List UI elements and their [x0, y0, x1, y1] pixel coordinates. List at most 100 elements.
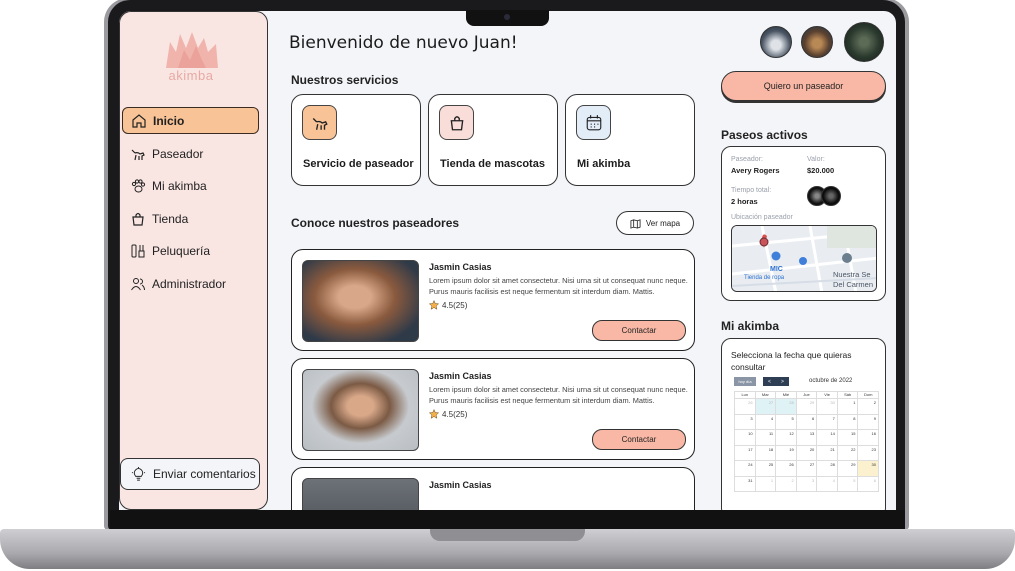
- calendar-day[interactable]: 19: [776, 445, 797, 461]
- calendar-day[interactable]: 18: [755, 445, 777, 461]
- walker-photo: [302, 260, 419, 342]
- calendar-day[interactable]: 2: [858, 399, 879, 415]
- service-icon-box: [302, 105, 337, 140]
- prev-month-button[interactable]: <: [768, 379, 771, 385]
- sidebar-item-paseador[interactable]: Paseador: [122, 140, 259, 167]
- sidebar-item-inicio[interactable]: Inicio: [122, 107, 259, 134]
- contact-button[interactable]: Contactar: [592, 429, 686, 450]
- users-icon: [131, 277, 145, 290]
- send-feedback-button[interactable]: Enviar comentarios: [120, 458, 260, 490]
- calendar-day[interactable]: 11: [755, 430, 777, 446]
- avatar-husky[interactable]: [760, 26, 792, 58]
- calendar-weekday: Mar: [755, 392, 777, 399]
- laptop-hinge: [110, 510, 905, 530]
- service-label: Servicio de paseador: [303, 158, 414, 170]
- walker-rating: 4.5 (25): [429, 409, 467, 419]
- calendar-day[interactable]: 3: [735, 414, 756, 430]
- calendar-day[interactable]: 13: [796, 430, 818, 446]
- calendar-day[interactable]: 12: [776, 430, 797, 446]
- calendar-day[interactable]: 20: [796, 445, 818, 461]
- contact-button[interactable]: Contactar: [592, 320, 686, 341]
- calendar-day[interactable]: 25: [755, 461, 777, 477]
- avatar-user[interactable]: [844, 22, 884, 62]
- map-label: Del Carmen: [833, 280, 874, 289]
- bag-icon: [450, 115, 463, 130]
- walker-photo: [302, 369, 419, 451]
- base-notch: [430, 529, 585, 541]
- calendar-day[interactable]: 10: [735, 430, 756, 446]
- calendar-weekday: Dom: [858, 392, 879, 399]
- calendar-day[interactable]: 7: [817, 414, 838, 430]
- sidebar-item-tienda[interactable]: Tienda: [122, 205, 259, 232]
- next-month-button[interactable]: >: [781, 379, 784, 385]
- calendar-day[interactable]: 30: [817, 399, 838, 415]
- calendar-header: hoy día < > octubre de 2022: [734, 377, 879, 387]
- walker-description: Lorem ipsum dolor sit amet consectetur. …: [429, 276, 688, 296]
- calendar-day[interactable]: 5: [776, 414, 797, 430]
- calendar-day[interactable]: 1: [837, 399, 859, 415]
- sidebar-item-administrador[interactable]: Administrador: [122, 270, 259, 297]
- calendar-day[interactable]: 22: [837, 445, 859, 461]
- paw-icon: [131, 178, 146, 192]
- calendar-day[interactable]: 29: [796, 399, 818, 415]
- calendar-day[interactable]: 15: [837, 430, 859, 446]
- calendar-day[interactable]: 27: [755, 399, 777, 415]
- calendar-day[interactable]: 8: [837, 414, 859, 430]
- time-value: 2 horas: [731, 197, 758, 206]
- home-icon: [132, 113, 146, 128]
- walker-label: Paseador:: [731, 156, 763, 163]
- request-walker-button[interactable]: Quiero un paseador: [721, 71, 886, 101]
- calendar-day[interactable]: 1: [755, 476, 777, 492]
- service-card-store[interactable]: Tienda de mascotas: [428, 94, 558, 186]
- sidebar-item-label: Inicio: [153, 113, 185, 128]
- service-card-mi-akimba[interactable]: Mi akimba: [565, 94, 695, 186]
- calendar-day[interactable]: 28: [776, 399, 797, 415]
- walker-value: Avery Rogers: [731, 166, 780, 175]
- grooming-icon: [131, 244, 145, 257]
- calendar-day[interactable]: 26: [735, 399, 756, 415]
- avatar-dog[interactable]: [801, 26, 833, 58]
- rating-value: 4.5: [442, 300, 454, 310]
- calendar-day[interactable]: 31: [735, 476, 756, 492]
- calendar-day[interactable]: 9: [858, 414, 879, 430]
- calendar-weekday: Lun: [735, 392, 756, 399]
- view-map-label: Ver mapa: [645, 218, 681, 228]
- calendar-day[interactable]: 26: [776, 461, 797, 477]
- sidebar-item-peluqueria[interactable]: Peluquería: [122, 237, 259, 264]
- calendar-day[interactable]: 24: [735, 461, 756, 477]
- calendar-card: Selecciona la fecha que quieras consulta…: [721, 338, 886, 510]
- calendar-day[interactable]: 16: [858, 430, 879, 446]
- rating-count: (25): [453, 300, 468, 310]
- today-button[interactable]: hoy día: [734, 377, 756, 386]
- calendar-day[interactable]: 4: [755, 414, 777, 430]
- calendar-day[interactable]: 3: [796, 476, 818, 492]
- camera-notch: [466, 10, 549, 26]
- calendar-day[interactable]: 27: [796, 461, 818, 477]
- walker-location-map[interactable]: MIC Tienda de ropa Nuestra Se Del Carmen: [731, 225, 877, 292]
- view-map-button[interactable]: Ver mapa: [616, 211, 694, 235]
- star-icon: [429, 409, 439, 419]
- calendar-day[interactable]: 2: [776, 476, 797, 492]
- calendar-day[interactable]: 21: [817, 445, 838, 461]
- calendar-day[interactable]: 4: [817, 476, 838, 492]
- service-icon-box: [576, 105, 611, 140]
- calendar-nav: < >: [763, 377, 789, 386]
- calendar-day[interactable]: 23: [858, 445, 879, 461]
- calendar-day[interactable]: 28: [817, 461, 838, 477]
- walker-name: Jasmin Casias: [429, 480, 492, 490]
- calendar-weekday: Jue: [796, 392, 818, 399]
- calendar-day[interactable]: 14: [817, 430, 838, 446]
- calendar-day[interactable]: 5: [837, 476, 859, 492]
- price-label: Valor:: [807, 156, 825, 163]
- service-card-walker[interactable]: Servicio de paseador: [291, 94, 421, 186]
- calendar-day[interactable]: 6: [858, 476, 879, 492]
- logo-text: akimba: [168, 68, 214, 83]
- calendar-day[interactable]: 30: [858, 461, 879, 477]
- services-title: Nuestros servicios: [291, 73, 399, 87]
- calendar-day[interactable]: 29: [837, 461, 859, 477]
- calendar-prompt: Selecciona la fecha que quieras consulta…: [731, 350, 852, 372]
- sidebar-item-mi-akimba[interactable]: Mi akimba: [122, 172, 259, 199]
- calendar-day[interactable]: 6: [796, 414, 818, 430]
- active-walk-card: Paseador: Avery Rogers Valor: $20.000 Ti…: [721, 146, 886, 301]
- calendar-day[interactable]: 17: [735, 445, 756, 461]
